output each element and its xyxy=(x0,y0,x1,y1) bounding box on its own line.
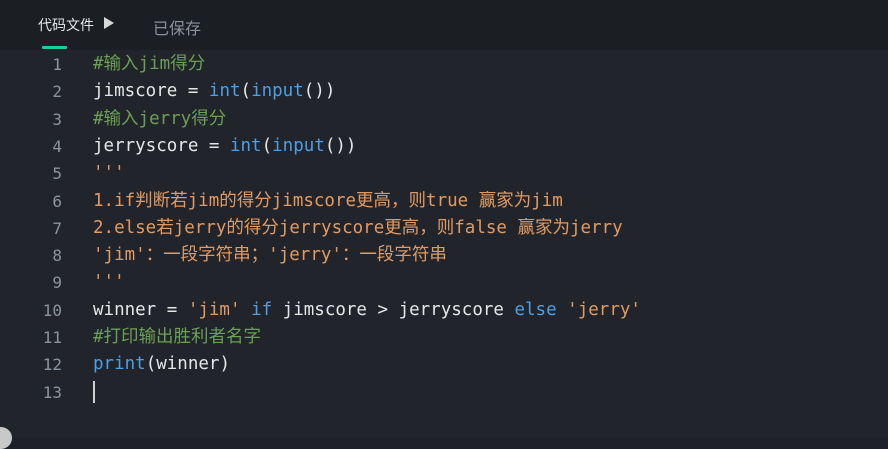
code-text: #输入jim得分 xyxy=(93,51,205,78)
play-triangle-icon[interactable] xyxy=(104,17,114,29)
code-line[interactable]: 2 jimscore = int(input()) xyxy=(0,78,888,105)
code-text: #输入jerry得分 xyxy=(93,106,226,133)
code-token: 'jim'：一段字符串；'jerry'：一段字符串 xyxy=(93,245,447,266)
code-line[interactable]: 5 ''' xyxy=(0,160,888,187)
code-token: int xyxy=(229,135,262,156)
code-line[interactable]: 9 ''' xyxy=(0,269,888,296)
code-token: ''' xyxy=(93,163,125,184)
line-number: 9 xyxy=(52,273,62,293)
code-line[interactable]: 6 1.if判断若jim的得分jimscore更高，则true 赢家为jim xyxy=(0,188,888,215)
code-token: 2.else若jerry的得分jerryscore更高，则false 赢家为je… xyxy=(93,217,623,238)
code-token: input xyxy=(251,81,304,102)
line-number: 6 xyxy=(52,191,62,211)
code-text: 'jim'：一段字符串；'jerry'：一段字符串 xyxy=(93,242,447,269)
code-line[interactable]: 11 #打印输出胜利者名字 xyxy=(0,324,888,351)
code-token: ''' xyxy=(93,272,125,293)
code-token: (winner) xyxy=(145,354,230,375)
code-token: int xyxy=(208,81,241,102)
code-token: ()) xyxy=(303,81,336,102)
code-text: 2.else若jerry的得分jerryscore更高，则false 赢家为je… xyxy=(93,215,623,242)
code-token: ()) xyxy=(324,135,357,156)
line-number: 2 xyxy=(52,82,62,102)
code-token: winner = xyxy=(93,299,188,320)
tab-code-file[interactable]: 代码文件 xyxy=(38,15,94,35)
code-line[interactable]: 12 print(winner) xyxy=(0,351,888,378)
line-number: 8 xyxy=(52,246,62,266)
code-token: jerryscore = xyxy=(93,135,230,156)
code-token: #打印输出胜利者名字 xyxy=(93,327,262,347)
code-token: ( xyxy=(261,135,273,156)
code-text: #打印输出胜利者名字 xyxy=(93,324,261,351)
text-cursor xyxy=(93,380,95,403)
line-number: 12 xyxy=(42,355,62,375)
code-token: #输入jim得分 xyxy=(93,54,206,74)
line-number: 10 xyxy=(42,300,62,320)
line-number: 4 xyxy=(52,136,62,156)
code-editor[interactable]: 1 #输入jim得分 2 jimscore = int(input()) 3 #输入jer… xyxy=(0,50,888,437)
line-number: 11 xyxy=(42,328,62,347)
code-line[interactable]: 10 winner = 'jim' if jimscore > jerryscor… xyxy=(0,297,888,324)
code-line[interactable]: 3 #输入jerry得分 xyxy=(0,106,888,133)
code-token: ( xyxy=(240,81,252,102)
active-tab-indicator xyxy=(42,46,67,49)
code-token: 'jerry' xyxy=(567,299,641,320)
code-token: #输入jerry得分 xyxy=(93,108,227,129)
code-token: 1.if判断若jim的得分jimscore更高，则true 赢家为jim xyxy=(93,190,563,211)
line-number: 5 xyxy=(52,164,62,184)
code-token: print xyxy=(93,354,146,375)
code-line[interactable]: 4 jerryscore = int(input()) xyxy=(0,133,888,160)
code-token: 'jim' xyxy=(187,299,241,320)
code-text: winner = 'jim' if jimscore > jerryscore … xyxy=(93,297,641,324)
code-text: ''' xyxy=(93,160,125,187)
saved-status: 已保存 xyxy=(153,19,202,38)
code-line[interactable]: 7 2.else若jerry的得分jerryscore更高，则false 赢家为j… xyxy=(0,215,888,242)
code-token: else xyxy=(514,299,557,320)
code-text: ''' xyxy=(93,269,125,296)
code-token: input xyxy=(272,135,325,156)
line-number: 1 xyxy=(52,55,62,74)
line-number: 3 xyxy=(52,109,62,129)
line-number: 13 xyxy=(42,382,62,402)
code-token: jimscore = xyxy=(93,81,209,102)
code-text: jerryscore = int(input()) xyxy=(93,133,356,160)
code-text: jimscore = int(input()) xyxy=(93,78,335,105)
code-token: jimscore > jerryscore xyxy=(272,299,515,320)
code-text: 1.if判断若jim的得分jimscore更高，则true 赢家为jim xyxy=(93,188,563,215)
tab-bar: 代码文件 已保存 xyxy=(0,0,888,50)
code-line[interactable]: 1 #输入jim得分 xyxy=(0,51,888,78)
code-text: print(winner) xyxy=(93,351,230,378)
code-token: if xyxy=(251,299,273,320)
line-number: 7 xyxy=(52,218,62,238)
code-line[interactable]: 8 'jim'：一段字符串；'jerry'：一段字符串 xyxy=(0,242,888,269)
code-line[interactable]: 13 xyxy=(0,379,888,406)
code-text xyxy=(93,379,95,406)
